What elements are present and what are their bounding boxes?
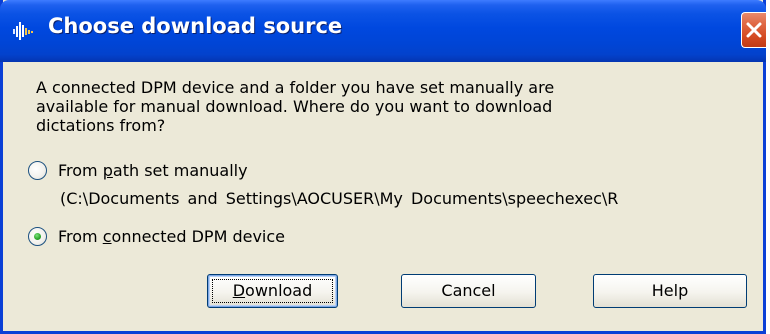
radio-label-path-set-manually[interactable]: From path set manually: [58, 161, 248, 180]
radio-button-unselected[interactable]: [28, 160, 47, 180]
close-button[interactable]: [741, 12, 766, 48]
manual-path-text: (C:\Documents and Settings\AOCUSER\My Do…: [60, 189, 619, 208]
radio-label-connected-dpm-device[interactable]: From connected DPM device: [58, 227, 285, 246]
download-source-dialog: Choose download source A connected DPM d…: [0, 0, 766, 334]
dialog-message: A connected DPM device and a folder you …: [36, 78, 555, 135]
dialog-title: Choose download source: [48, 14, 343, 38]
title-bar[interactable]: Choose download source: [0, 0, 766, 62]
cancel-button[interactable]: Cancel: [401, 274, 536, 308]
focus-rectangle: [212, 279, 333, 303]
radio-path-set-manually[interactable]: From path set manually: [28, 158, 248, 182]
close-icon: [746, 22, 762, 38]
sound-wave-icon: [13, 22, 33, 40]
help-button[interactable]: Help: [593, 274, 747, 308]
download-button[interactable]: Download: [207, 274, 338, 308]
radio-connected-dpm-device[interactable]: From connected DPM device: [28, 224, 285, 248]
radio-button-selected[interactable]: [28, 226, 47, 246]
radio-selected-dot: [34, 232, 41, 240]
